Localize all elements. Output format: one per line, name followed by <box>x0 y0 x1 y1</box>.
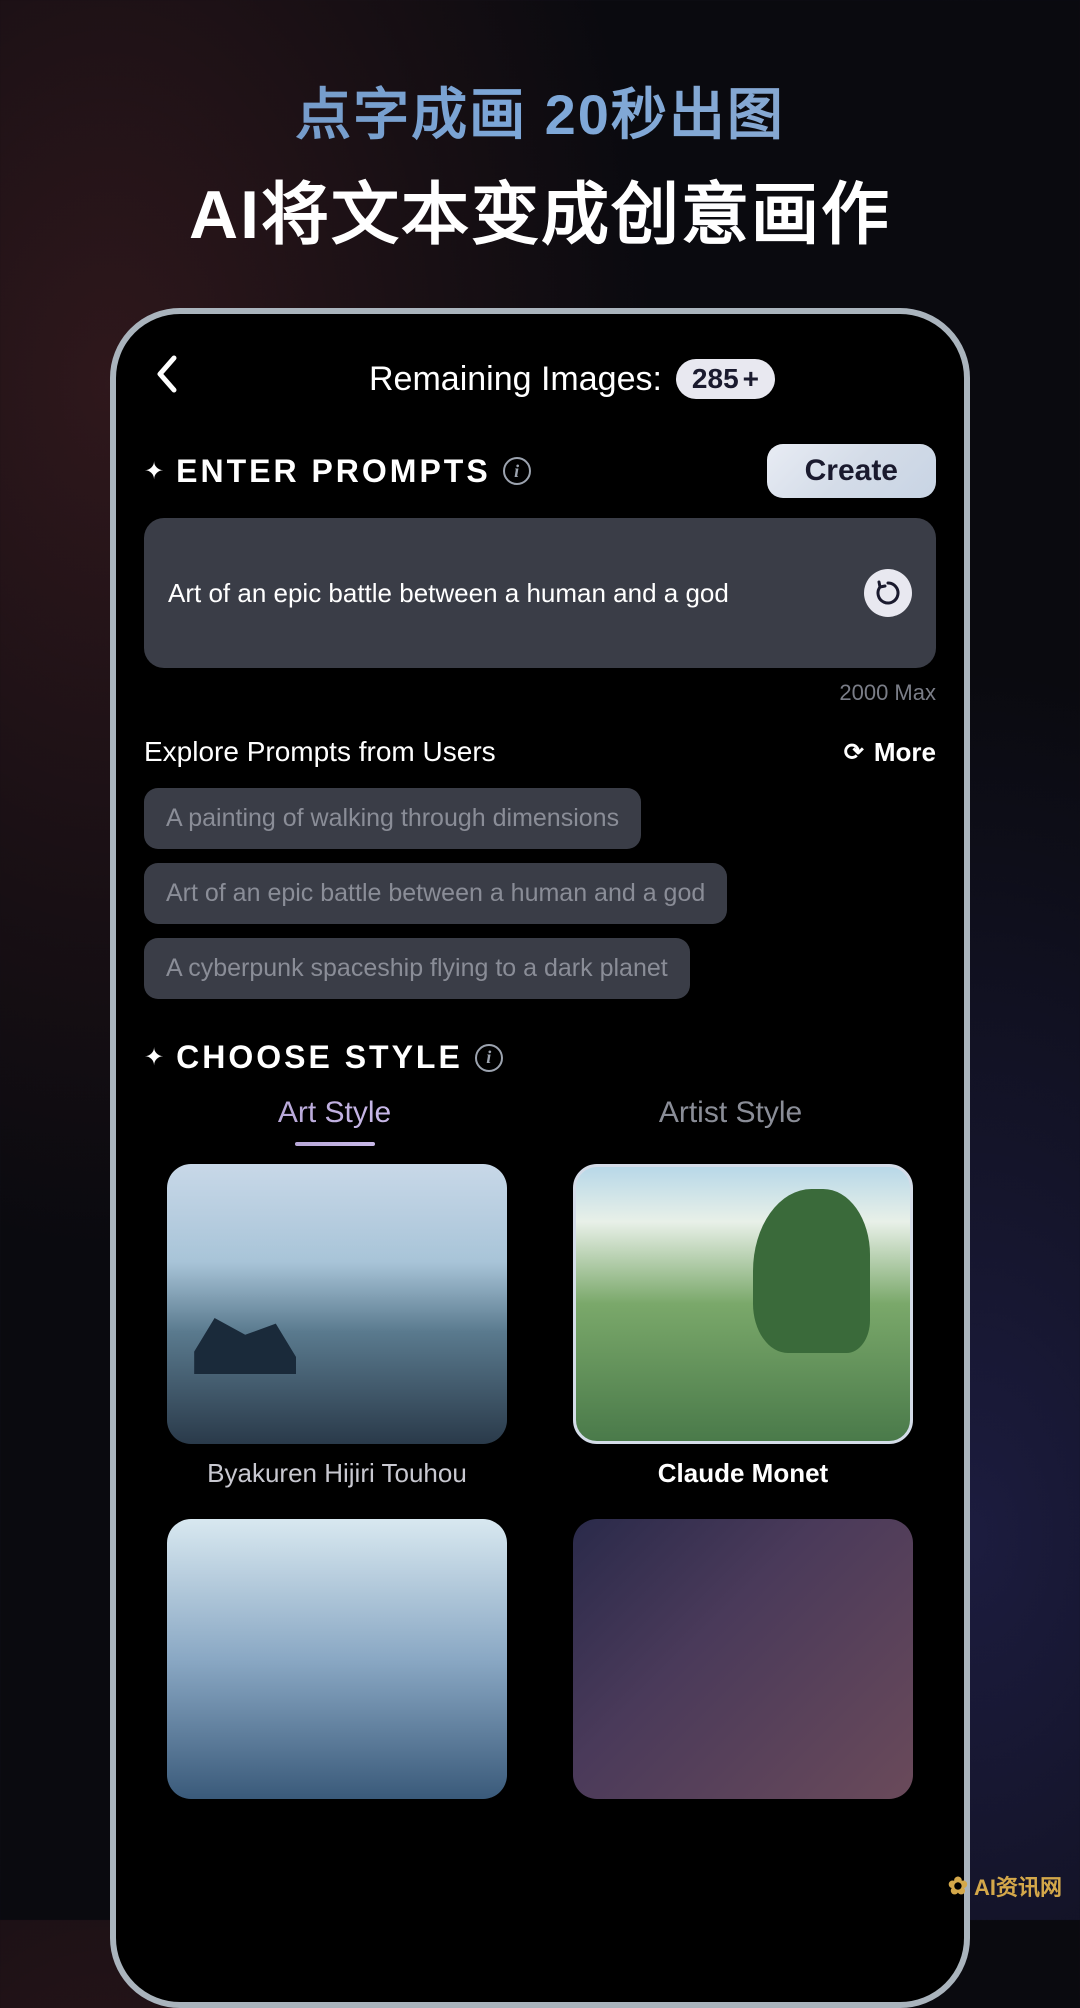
suggestions-list: A painting of walking through dimensions… <box>144 788 936 999</box>
prompt-text: Art of an epic battle between a human an… <box>168 575 844 611</box>
watermark: ✿ AI资讯网 <box>948 1870 1062 1902</box>
style-card[interactable] <box>560 1519 926 1799</box>
info-icon[interactable]: i <box>503 457 531 485</box>
more-label: More <box>874 737 936 768</box>
style-name: Byakuren Hijiri Touhou <box>207 1458 467 1489</box>
enter-prompts-header: ✦ ENTER PROMPTS i Create <box>144 444 936 498</box>
flower-icon: ✿ <box>948 1872 968 1901</box>
sparkle-icon: ✦ <box>144 457 164 486</box>
suggestion-item[interactable]: Art of an epic battle between a human an… <box>144 863 727 924</box>
chevron-left-icon <box>154 354 178 394</box>
more-button[interactable]: ⟳ More <box>844 737 936 768</box>
prompt-input[interactable]: Art of an epic battle between a human an… <box>144 518 936 668</box>
style-thumbnail <box>167 1519 507 1799</box>
choose-style-header: ✦ CHOOSE STYLE i <box>144 1039 936 1076</box>
plus-icon: + <box>743 363 759 395</box>
explore-label: Explore Prompts from Users <box>144 736 496 768</box>
back-button[interactable] <box>144 354 188 404</box>
tab-art-style[interactable]: Art Style <box>278 1096 391 1140</box>
remaining-label: Remaining Images: <box>369 360 662 399</box>
suggestion-item[interactable]: A cyberpunk spaceship flying to a dark p… <box>144 938 690 999</box>
promo-tagline-2: AI将文本变成创意画作 <box>0 159 1080 258</box>
explore-header: Explore Prompts from Users ⟳ More <box>144 736 936 768</box>
refresh-icon: ⟳ <box>844 738 864 767</box>
watermark-text: AI资讯网 <box>974 1870 1062 1902</box>
top-bar: Remaining Images: 285 + <box>144 354 936 404</box>
info-icon[interactable]: i <box>475 1044 503 1072</box>
style-thumbnail <box>167 1164 507 1444</box>
max-chars-label: 2000 Max <box>144 680 936 706</box>
style-grid: Byakuren Hijiri Touhou Claude Monet <box>144 1164 936 1799</box>
style-name: Claude Monet <box>658 1458 828 1489</box>
style-thumbnail <box>573 1519 913 1799</box>
promo-tagline-1: 点字成画 20秒出图 <box>0 70 1080 151</box>
style-thumbnail <box>573 1164 913 1444</box>
remaining-images: Remaining Images: 285 + <box>208 359 936 399</box>
remaining-count: 285 <box>692 363 739 395</box>
style-tabs: Art Style Artist Style <box>144 1096 936 1140</box>
suggestion-item[interactable]: A painting of walking through dimensions <box>144 788 641 849</box>
sparkle-icon: ✦ <box>144 1043 164 1072</box>
style-card[interactable]: Claude Monet <box>560 1164 926 1489</box>
tab-artist-style[interactable]: Artist Style <box>659 1096 802 1140</box>
refresh-prompt-button[interactable] <box>864 569 912 617</box>
style-card[interactable] <box>154 1519 520 1799</box>
promo-header: 点字成画 20秒出图 AI将文本变成创意画作 <box>0 0 1080 278</box>
remaining-badge[interactable]: 285 + <box>676 359 775 399</box>
refresh-icon <box>874 579 902 607</box>
enter-prompts-title: ENTER PROMPTS <box>176 453 491 490</box>
style-card[interactable]: Byakuren Hijiri Touhou <box>154 1164 520 1489</box>
create-button[interactable]: Create <box>767 444 936 498</box>
phone-frame: Remaining Images: 285 + ✦ ENTER PROMPTS … <box>110 308 970 2008</box>
choose-style-title: CHOOSE STYLE <box>176 1039 463 1076</box>
